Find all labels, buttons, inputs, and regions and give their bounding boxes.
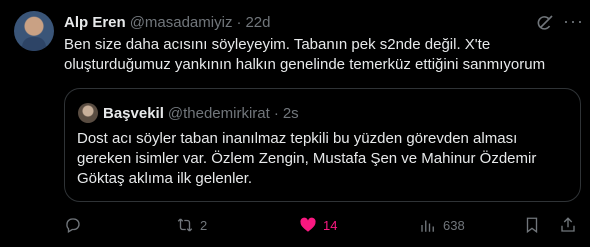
like-button[interactable]: 14 [299,215,337,235]
repost-button[interactable]: 2 [176,215,207,235]
reply-button[interactable] [64,215,88,235]
reply-icon [66,218,80,233]
repost-count: 2 [200,217,208,233]
like-count: 14 [323,217,338,233]
quote-separator-dot: · [273,104,279,122]
bookmark-icon [526,217,538,234]
quote-text-line: gereken isimler var. Özlem Zengin, Musta… [77,150,537,167]
quoted-tweet[interactable]: Başvekil @thedemirkirat · 2s Dost acı sö… [64,88,581,202]
quote-header: Başvekil @thedemirkirat · 2s [103,102,299,124]
tweet-header: Alp Eren @masadamiyiz · 22d [64,11,270,33]
avatar[interactable] [14,11,54,51]
tweet-text-line: Ben size daha acısını söyleyeyim. Tabanı… [64,36,491,53]
quote-text-line: Göktaş aklıma ilk gelenler. [77,170,253,187]
author-handle[interactable]: @masadamiyiz [130,14,233,31]
more-horizontal-icon[interactable]: ··· [563,11,584,31]
author-name[interactable]: Alp Eren [64,14,126,31]
heart-icon [300,217,316,232]
action-bar: 2 14 638 [64,215,579,235]
timestamp[interactable]: 22d [245,14,270,31]
quote-timestamp: 2s [282,104,299,122]
bookmark-button[interactable] [523,215,541,235]
share-icon [561,217,575,232]
separator-dot: · [236,13,242,31]
tweet-text-line: oluşturduğumuz yankının halkın genelinde… [64,56,546,73]
views-icon [421,220,434,232]
quote-avatar [78,103,98,123]
share-button[interactable] [559,215,577,235]
views-button[interactable]: 638 [419,215,465,235]
tweet-text: Ben size daha acısını söyleyeyim. Tabanı… [64,35,574,75]
repost-icon [177,218,193,232]
quote-text: Dost acı söyler taban inanılmaz tepkili … [77,129,572,189]
quote-author-name: Başvekil [103,104,164,122]
quote-author-handle: @thedemirkirat [167,104,270,122]
grok-icon[interactable] [535,13,555,33]
quote-text-line: Dost acı söyler taban inanılmaz tepkili … [77,130,518,147]
views-count: 638 [443,217,465,233]
